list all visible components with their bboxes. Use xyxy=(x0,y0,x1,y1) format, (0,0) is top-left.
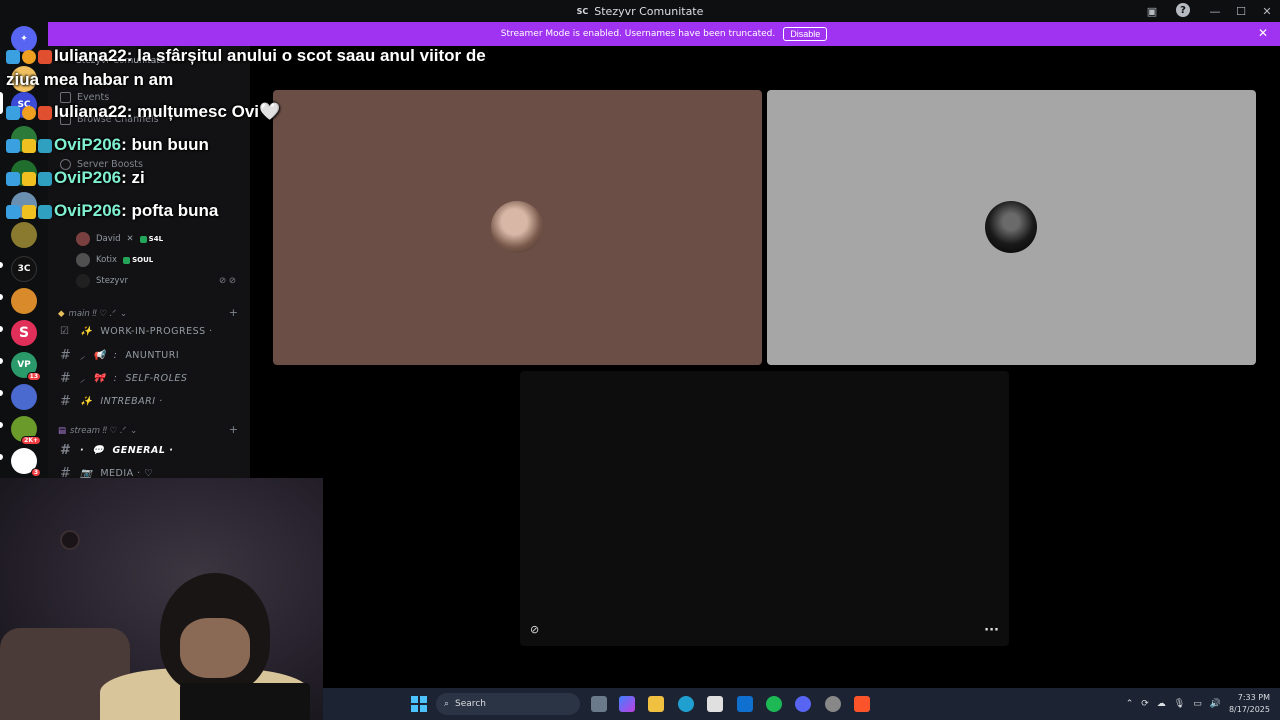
streamer-mode-banner: Streamer Mode is enabled. Usernames have… xyxy=(48,22,1280,46)
channel-intrebari[interactable]: # ✨ INTREBARI · xyxy=(60,394,163,409)
webcam-overlay xyxy=(0,478,323,720)
video-tile[interactable] xyxy=(767,90,1256,365)
search-icon: ⌕ xyxy=(444,699,450,709)
mic-icon[interactable]: 🎙 xyxy=(1174,699,1185,709)
selected-pill xyxy=(0,92,3,114)
unread-pill xyxy=(0,326,3,332)
edge-icon[interactable] xyxy=(678,696,694,712)
avatar xyxy=(76,274,90,288)
avatar xyxy=(76,232,90,246)
voice-user[interactable]: Stezyvr ⊘ ⊘ xyxy=(76,274,236,288)
chevron-up-icon[interactable]: ⌃ xyxy=(1126,699,1134,709)
folder-icon[interactable] xyxy=(648,696,664,712)
minimize-icon[interactable]: — xyxy=(1202,5,1228,18)
chat-message-continued: ziua mea habar n am xyxy=(6,70,174,89)
server-icon[interactable] xyxy=(11,222,37,248)
hash-icon: # xyxy=(60,443,72,458)
hash-icon: # xyxy=(60,371,72,386)
voice-user[interactable]: Kotix SOUL xyxy=(76,253,153,267)
category-main[interactable]: ◆ main ‼ ♡ .ᐟ ⌄ xyxy=(58,309,127,319)
system-tray: ⌃ ⟳ ☁ 🎙 ▭ 🔊 7:33 PM 8/17/2025 xyxy=(1126,688,1280,720)
close-icon[interactable]: ✕ xyxy=(1254,5,1280,18)
title-bar: SC Stezyvr Comunitate ▣ ? — ☐ ✕ xyxy=(0,0,1280,22)
mention-badge: 13 xyxy=(26,372,41,381)
copilot-icon[interactable] xyxy=(619,696,635,712)
unread-pill xyxy=(0,294,3,300)
category-stream[interactable]: ▤ stream ‼ ♡ .ᐟ ⌄ xyxy=(58,426,137,436)
maximize-icon[interactable]: ☐ xyxy=(1228,5,1254,18)
start-icon[interactable] xyxy=(411,696,427,712)
spotify-icon[interactable] xyxy=(766,696,782,712)
mention-badge: 2K+ xyxy=(21,436,41,445)
chat-message: OviP206: pofta buna xyxy=(6,201,218,221)
chat-message: Iuliana22: la sfârșitul anului o scot sa… xyxy=(6,46,486,66)
more-options-icon[interactable]: ··· xyxy=(984,623,999,638)
store-icon[interactable] xyxy=(707,696,723,712)
server-icon-3c[interactable]: 3C xyxy=(11,256,37,282)
check-icon: ☑ xyxy=(60,326,70,337)
server-rail: ✦ SC 3C S VP 13 2K+ 3 xyxy=(0,22,48,482)
channel-work-in-progress[interactable]: ☑ ✨ WORK-IN-PROGRESS · xyxy=(60,326,213,337)
add-channel-icon[interactable]: + xyxy=(229,306,238,319)
file-explorer-icon[interactable] xyxy=(591,696,607,712)
unread-pill xyxy=(0,454,3,460)
server-icon-text: SC xyxy=(576,6,589,16)
channel-anunturi[interactable]: # ⸝ 📢: ANUNTURI xyxy=(60,348,179,363)
avatar xyxy=(76,253,90,267)
sync-icon[interactable]: ⟳ xyxy=(1141,699,1149,709)
clock[interactable]: 7:33 PM 8/17/2025 xyxy=(1229,692,1270,716)
server-icon-vp[interactable]: VP 13 xyxy=(11,352,41,381)
add-channel-icon[interactable]: + xyxy=(229,423,238,436)
help-icon[interactable]: ? xyxy=(1176,3,1190,17)
server-icon[interactable] xyxy=(11,384,37,410)
windows-taskbar: ⌕ Search ⌃ ⟳ ☁ 🎙 ▭ 🔊 7:33 PM 8/17/2025 xyxy=(323,688,1280,720)
channel-general[interactable]: # · 💬 GENERAL · xyxy=(60,443,173,458)
chat-message: Iuliana22: mulțumesc Ovi🤍 xyxy=(6,102,280,122)
server-icon[interactable] xyxy=(11,288,37,314)
window-title: Stezyvr Comunitate xyxy=(594,4,704,18)
volume-icon[interactable]: 🔊 xyxy=(1210,699,1221,709)
banner-message: Streamer Mode is enabled. Usernames have… xyxy=(500,29,776,39)
video-tile[interactable]: ⊘ ··· xyxy=(520,371,1009,646)
unread-pill xyxy=(0,358,3,364)
unread-pill xyxy=(0,390,3,396)
chat-message: OviP206: bun buun xyxy=(6,135,209,155)
inbox-icon[interactable]: ▣ xyxy=(1144,3,1160,19)
outlook-icon[interactable] xyxy=(737,696,753,712)
brave-icon[interactable] xyxy=(854,696,870,712)
disable-streamer-mode-button[interactable]: Disable xyxy=(783,27,828,41)
unread-pill xyxy=(0,262,3,268)
chat-message: OviP206: zi xyxy=(6,168,145,188)
discord-icon[interactable] xyxy=(795,696,811,712)
channel-self-roles[interactable]: # ⸝ 🎀: SELF-ROLES xyxy=(60,371,187,386)
unread-pill xyxy=(0,422,3,428)
cloud-icon[interactable]: ☁ xyxy=(1157,699,1166,709)
mention-badge: 3 xyxy=(30,468,41,477)
voice-user[interactable]: David ✕ S4L xyxy=(76,232,163,246)
chrome-icon[interactable] xyxy=(825,696,841,712)
participant-avatar xyxy=(491,201,543,253)
participant-avatar xyxy=(985,201,1037,253)
hash-icon: # xyxy=(60,394,72,409)
monitor-icon[interactable]: ▭ xyxy=(1193,699,1202,709)
muted-icon: ⊘ ⊘ xyxy=(219,276,236,286)
server-icon[interactable]: 3 xyxy=(11,448,41,477)
server-tag: SOUL xyxy=(123,256,153,264)
deafened-icon: ⊘ xyxy=(530,623,540,636)
server-icon[interactable]: 2K+ xyxy=(11,416,41,445)
taskbar-search[interactable]: ⌕ Search xyxy=(436,693,580,715)
video-tile[interactable] xyxy=(273,90,762,365)
server-tag: S4L xyxy=(140,235,163,243)
close-icon[interactable]: ✕ xyxy=(1258,26,1268,40)
server-icon-s[interactable]: S xyxy=(11,320,37,346)
hash-icon: # xyxy=(60,348,72,363)
